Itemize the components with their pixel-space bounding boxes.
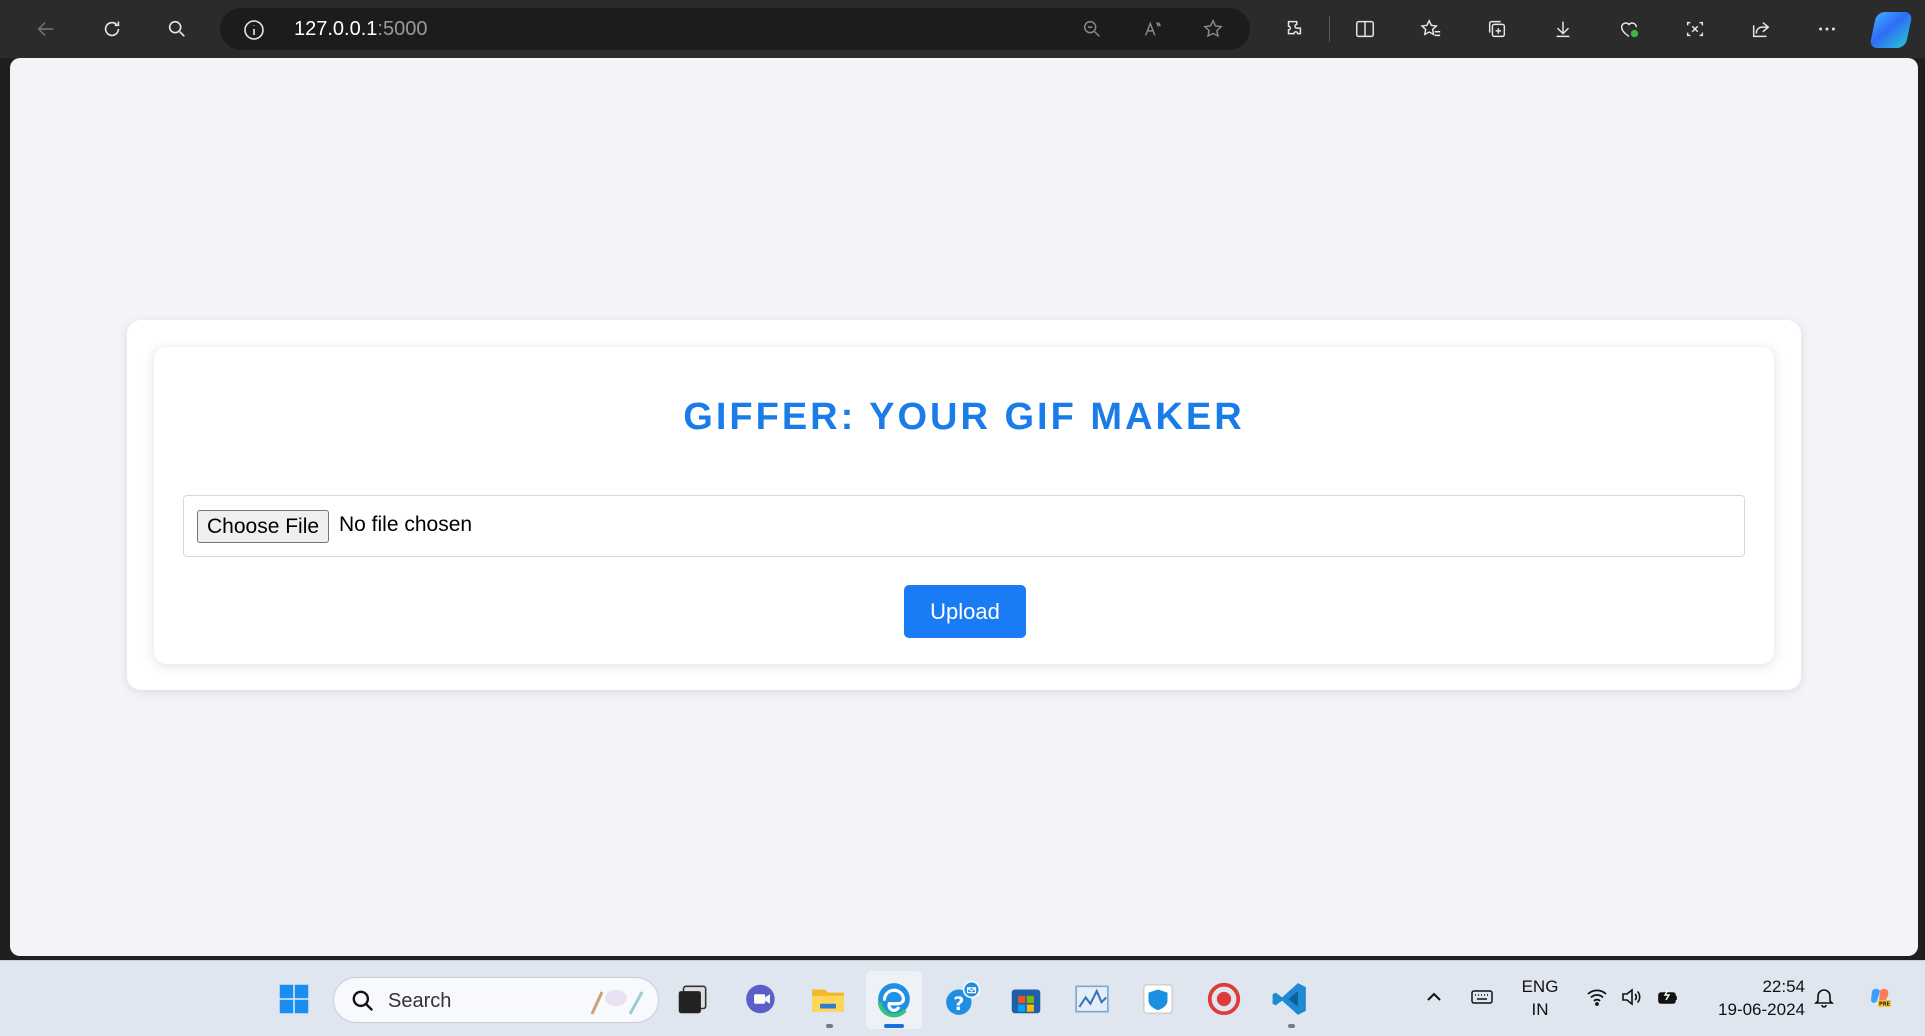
page-title: GIFFER: YOUR GIF MAKER (683, 396, 1245, 438)
taskbar-search[interactable]: Search (333, 977, 659, 1023)
page-viewport: GIFFER: YOUR GIF MAKER Choose File No fi… (10, 58, 1918, 956)
split-screen-icon[interactable] (1350, 14, 1380, 44)
volume-icon[interactable] (1617, 983, 1645, 1011)
clock-time: 22:54 (1762, 977, 1805, 996)
search-label: Search (388, 990, 452, 1012)
taskbar: Search ? ENG IN 22:54 19-06-2024 PRE (0, 960, 1925, 1036)
vscode-icon[interactable] (1268, 977, 1312, 1021)
screen-recorder-icon[interactable] (1202, 977, 1246, 1021)
battery-icon[interactable] (1654, 983, 1682, 1011)
toolbar-divider (1329, 16, 1330, 42)
url-text[interactable]: 127.0.0.1:5000 (294, 18, 427, 41)
svg-text:?: ? (953, 993, 964, 1015)
notification-bell-icon[interactable] (1810, 983, 1838, 1011)
url-host: 127.0.0.1 (294, 18, 378, 40)
vscode-indicator (1288, 1024, 1295, 1028)
edge-active-indicator (884, 1024, 904, 1028)
extensions-icon[interactable] (1279, 14, 1309, 44)
outer-container: GIFFER: YOUR GIF MAKER Choose File No fi… (127, 320, 1801, 690)
choose-file-button[interactable]: Choose File (197, 510, 330, 543)
browser-essentials-icon[interactable] (1614, 14, 1644, 44)
teams-meet-icon[interactable] (740, 977, 784, 1021)
help-mail-icon[interactable]: ? (940, 977, 984, 1021)
windows-start-icon[interactable] (272, 977, 316, 1021)
app-shield-icon[interactable] (1136, 977, 1180, 1021)
edge-browser-icon[interactable] (872, 977, 916, 1021)
collections-icon[interactable] (1482, 14, 1512, 44)
performance-monitor-icon[interactable] (1070, 977, 1114, 1021)
back-icon[interactable] (31, 14, 61, 44)
read-aloud-icon[interactable] (1138, 14, 1168, 44)
system-clock[interactable]: 22:54 19-06-2024 (1695, 975, 1805, 1021)
info-icon[interactable] (242, 18, 266, 42)
region-code: IN (1531, 1000, 1549, 1019)
file-explorer-icon[interactable] (806, 977, 850, 1021)
screenshot-icon[interactable] (1680, 14, 1710, 44)
search-highlight-icon (586, 984, 650, 1018)
keyboard-icon[interactable] (1468, 983, 1496, 1011)
upload-card: GIFFER: YOUR GIF MAKER Choose File No fi… (154, 347, 1774, 664)
refresh-icon[interactable] (97, 14, 127, 44)
download-icon[interactable] (1548, 14, 1578, 44)
file-explorer-indicator (826, 1024, 833, 1028)
favorite-star-icon[interactable] (1198, 14, 1228, 44)
url-port: :5000 (377, 18, 428, 40)
copilot-icon[interactable] (1869, 12, 1913, 48)
copilot-preview-icon[interactable]: PRE (1862, 979, 1898, 1015)
file-status-text: No file chosen (339, 513, 473, 536)
microsoft-store-icon[interactable] (1004, 977, 1048, 1021)
favorites-icon[interactable] (1416, 14, 1446, 44)
wifi-icon[interactable] (1583, 983, 1611, 1011)
upload-button[interactable]: Upload (904, 585, 1026, 638)
address-bar[interactable]: 127.0.0.1:5000 (220, 8, 1250, 50)
language-code: ENG (1521, 977, 1559, 996)
browser-toolbar: 127.0.0.1:5000 (0, 0, 1925, 58)
task-view-icon[interactable] (671, 977, 715, 1021)
language-indicator[interactable]: ENG IN (1518, 975, 1562, 1021)
clock-date: 19-06-2024 (1718, 1000, 1805, 1019)
search-icon[interactable] (162, 14, 192, 44)
zoom-out-icon[interactable] (1077, 14, 1107, 44)
svg-text:PRE: PRE (1879, 1002, 1891, 1008)
more-icon[interactable] (1812, 14, 1842, 44)
file-input[interactable]: Choose File No file chosen (183, 495, 1745, 557)
search-icon (350, 988, 376, 1014)
show-hidden-icons-icon[interactable] (1420, 983, 1448, 1011)
share-icon[interactable] (1746, 14, 1776, 44)
